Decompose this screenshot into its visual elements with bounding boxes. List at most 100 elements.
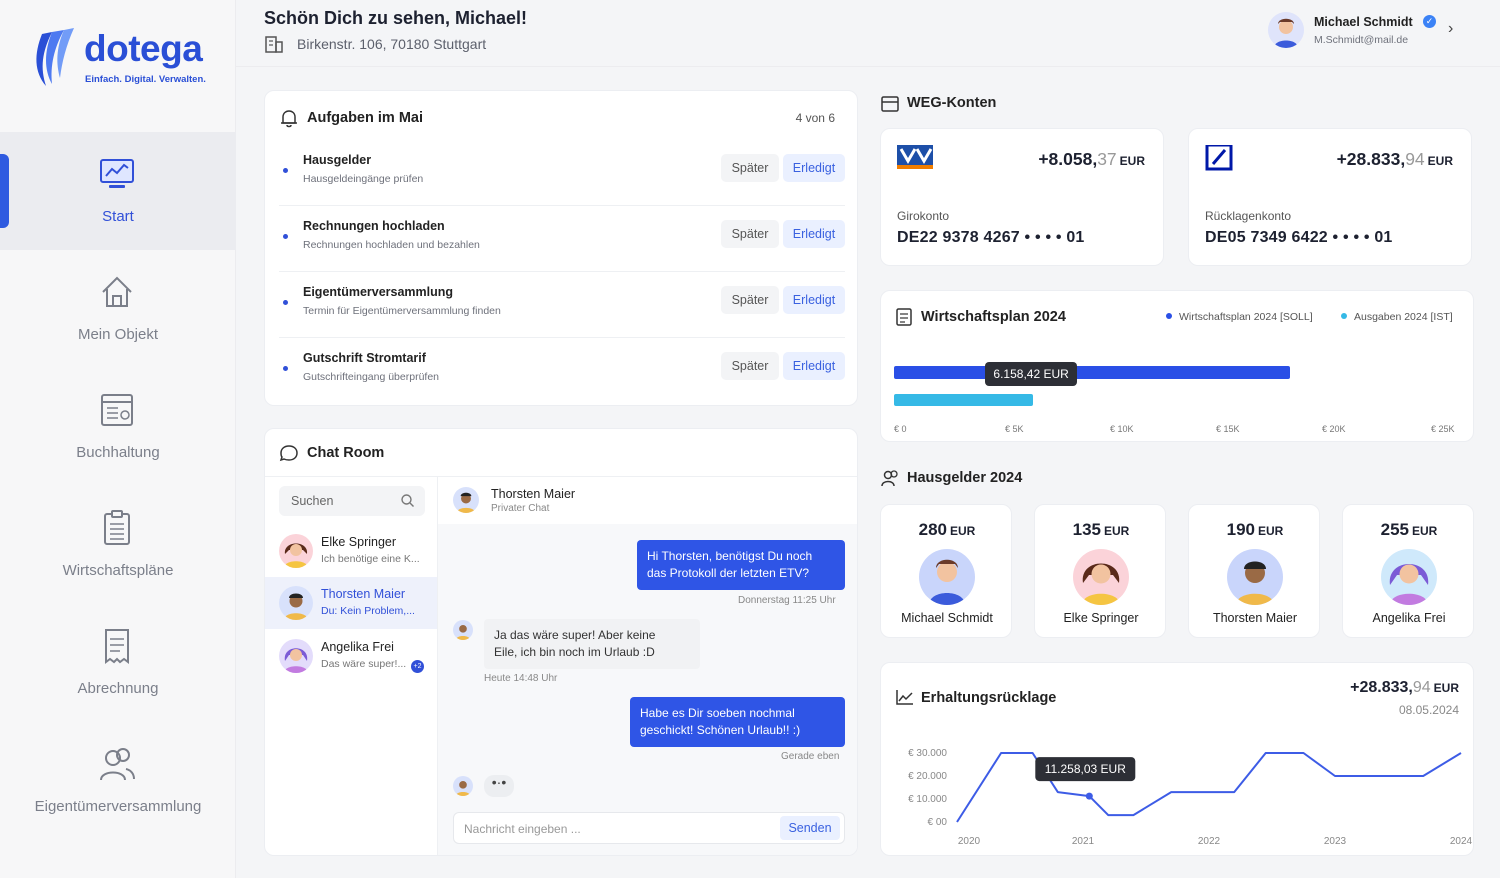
group-icon <box>100 748 135 781</box>
currency: EUR <box>1427 154 1453 168</box>
search-icon <box>401 494 414 507</box>
sidebar-item-abrechnung[interactable]: Abrechnung <box>0 604 236 722</box>
sidebar-item-wirtschaftsplaene[interactable]: Wirtschaftspläne <box>0 486 236 604</box>
message-line: Eile, ich bin noch im Urlaub :D <box>494 645 655 659</box>
chat-search-input[interactable]: Suchen <box>279 486 425 516</box>
avatar-elke-icon <box>1073 549 1129 605</box>
later-button[interactable]: Später <box>721 352 779 380</box>
hausgeld-card[interactable]: 280 EUR Michael Schmidt <box>880 504 1012 638</box>
wallet-icon <box>881 96 899 112</box>
message-line: Ja das wäre super! Aber keine <box>494 628 656 642</box>
conversation-name: Thorsten Maier <box>491 487 576 501</box>
reserve-card: Erhaltungsrücklage +28.833,94 EUR 08.05.2… <box>880 662 1474 856</box>
highlight-point[interactable] <box>1085 792 1093 800</box>
hausgeld-amount: 280 EUR <box>881 520 1013 540</box>
amount: 135 <box>1072 520 1102 539</box>
sidebar-item-label: Eigentümerversammlung <box>34 798 202 815</box>
axis-tick: € 10K <box>1110 424 1134 434</box>
dotega-logo[interactable]: dotega Einfach. Digital. Verwalten. <box>32 24 222 94</box>
task-subtitle: Rechnungen hochladen und bezahlen <box>303 239 480 251</box>
hausgeld-card[interactable]: 190 EUR Thorsten Maier <box>1188 504 1320 638</box>
hausgeld-card[interactable]: 255 EUR Angelika Frei <box>1342 504 1474 638</box>
sidebar-item-label: Buchhaltung <box>76 444 160 461</box>
balance-cents: 37 <box>1097 149 1117 169</box>
currency: EUR <box>1119 154 1145 168</box>
message-line: Hi Thorsten, benötigst Du noch <box>647 549 813 563</box>
account-card-ruecklagenkonto[interactable]: +28.833,94 EUR Rücklagenkonto DE05 7349 6… <box>1188 128 1472 266</box>
avatar-elke-icon <box>279 534 313 568</box>
y-tick-label: € 00 <box>928 817 948 828</box>
x-tick-label: 2021 <box>1072 836 1095 847</box>
bell-icon <box>281 110 297 128</box>
logo-tagline: Einfach. Digital. Verwalten. <box>85 74 206 85</box>
typing-indicator: •·• <box>484 775 514 797</box>
avatar-thorsten-icon <box>453 487 479 513</box>
contact-name: Elke Springer <box>321 535 397 549</box>
account-iban: DE22 9378 4267 • • • • 01 <box>897 229 1085 246</box>
done-button[interactable]: Erledigt <box>783 154 845 182</box>
contact-angelika-frei[interactable]: Angelika Frei Das wäre super!... +2 <box>265 630 437 682</box>
avatar <box>1227 549 1283 605</box>
avatar-thorsten-icon <box>453 776 473 796</box>
amount: 190 <box>1226 520 1256 539</box>
amount: 280 <box>918 520 948 539</box>
account-type: Girokonto <box>897 209 950 223</box>
hausgeld-card[interactable]: 135 EUR Elke Springer <box>1034 504 1166 638</box>
hausgeld-amount: 255 EUR <box>1343 520 1475 540</box>
chevron-right-icon[interactable]: › <box>1448 20 1453 38</box>
y-tick-label: € 10.000 <box>908 794 947 805</box>
avatar <box>1381 549 1437 605</box>
avatar <box>919 549 975 605</box>
currency: EUR <box>1258 524 1284 538</box>
ledger-icon <box>101 394 133 426</box>
account-type: Rücklagenkonto <box>1205 209 1292 223</box>
task-item: Rechnungen hochladen Rechnungen hochlade… <box>279 206 845 272</box>
clipboard-list-icon <box>104 510 130 545</box>
user-menu[interactable]: Michael Schmidt ✓ M.Schmidt@mail.de › <box>1268 12 1478 52</box>
message-line: Habe es Dir soeben nochmal <box>640 706 795 720</box>
sidebar-item-label: Wirtschaftspläne <box>62 562 174 579</box>
avatar-michael-icon <box>1268 12 1304 48</box>
message-input[interactable]: Nachricht eingeben ... Senden <box>453 812 845 844</box>
sidebar-item-eigentuemerversammlung[interactable]: Eigentümerversammlung <box>0 722 236 840</box>
balance-main: +28.833, <box>1336 149 1406 169</box>
avatar <box>453 487 479 513</box>
x-tick-label: 2023 <box>1324 836 1347 847</box>
done-button[interactable]: Erledigt <box>783 220 845 248</box>
x-tick-label: 2022 <box>1198 836 1221 847</box>
message-outgoing: Habe es Dir soeben nochmal geschickt! Sc… <box>630 697 845 747</box>
contact-name: Thorsten Maier <box>321 587 406 601</box>
message-outgoing: Hi Thorsten, benötigst Du noch das Proto… <box>637 540 845 590</box>
ist-bar[interactable] <box>894 394 1034 406</box>
legend-dot <box>1341 313 1347 319</box>
account-card-girokonto[interactable]: +8.058,37 EUR Girokonto DE22 9378 4267 • … <box>880 128 1164 266</box>
task-item: Hausgelder Hausgeldeingänge prüfen Späte… <box>279 140 845 206</box>
task-title: Gutschrift Stromtarif <box>303 351 426 365</box>
x-tick-label: 2024 <box>1450 836 1473 847</box>
done-button[interactable]: Erledigt <box>783 352 845 380</box>
axis-tick: € 0 <box>894 424 907 434</box>
later-button[interactable]: Später <box>721 286 779 314</box>
divider <box>265 476 857 477</box>
reserve-line-chart[interactable]: € 30.000 € 20.000 € 10.000 € 00 2020 2021 2022… <box>881 663 1475 857</box>
sidebar-item-buchhaltung[interactable]: Buchhaltung <box>0 368 236 486</box>
account-balance: +8.058,37 EUR <box>1038 149 1145 170</box>
contact-elke-springer[interactable]: Elke Springer Ich benötige eine K... <box>265 525 437 577</box>
contact-thorsten-maier[interactable]: Thorsten Maier Du: Kein Problem,... <box>265 577 437 629</box>
later-button[interactable]: Später <box>721 220 779 248</box>
sidebar-item-mein-objekt[interactable]: Mein Objekt <box>0 250 236 368</box>
done-button[interactable]: Erledigt <box>783 286 845 314</box>
currency: EUR <box>950 524 976 538</box>
send-button[interactable]: Senden <box>780 816 840 840</box>
logo-mark-icon <box>36 28 74 86</box>
later-button[interactable]: Später <box>721 154 779 182</box>
account-iban: DE05 7349 6422 • • • • 01 <box>1205 229 1393 246</box>
avatar <box>279 639 313 673</box>
bullet <box>283 234 288 239</box>
task-title: Hausgelder <box>303 153 372 167</box>
logo-wordmark: dotega <box>84 28 203 69</box>
sidebar-item-start[interactable]: Start <box>0 132 236 250</box>
owner-name: Michael Schmidt <box>901 611 993 625</box>
task-item: Eigentümerversammlung Termin für Eigentü… <box>279 272 845 338</box>
message-line: das Protokoll der letzten ETV? <box>647 566 810 580</box>
